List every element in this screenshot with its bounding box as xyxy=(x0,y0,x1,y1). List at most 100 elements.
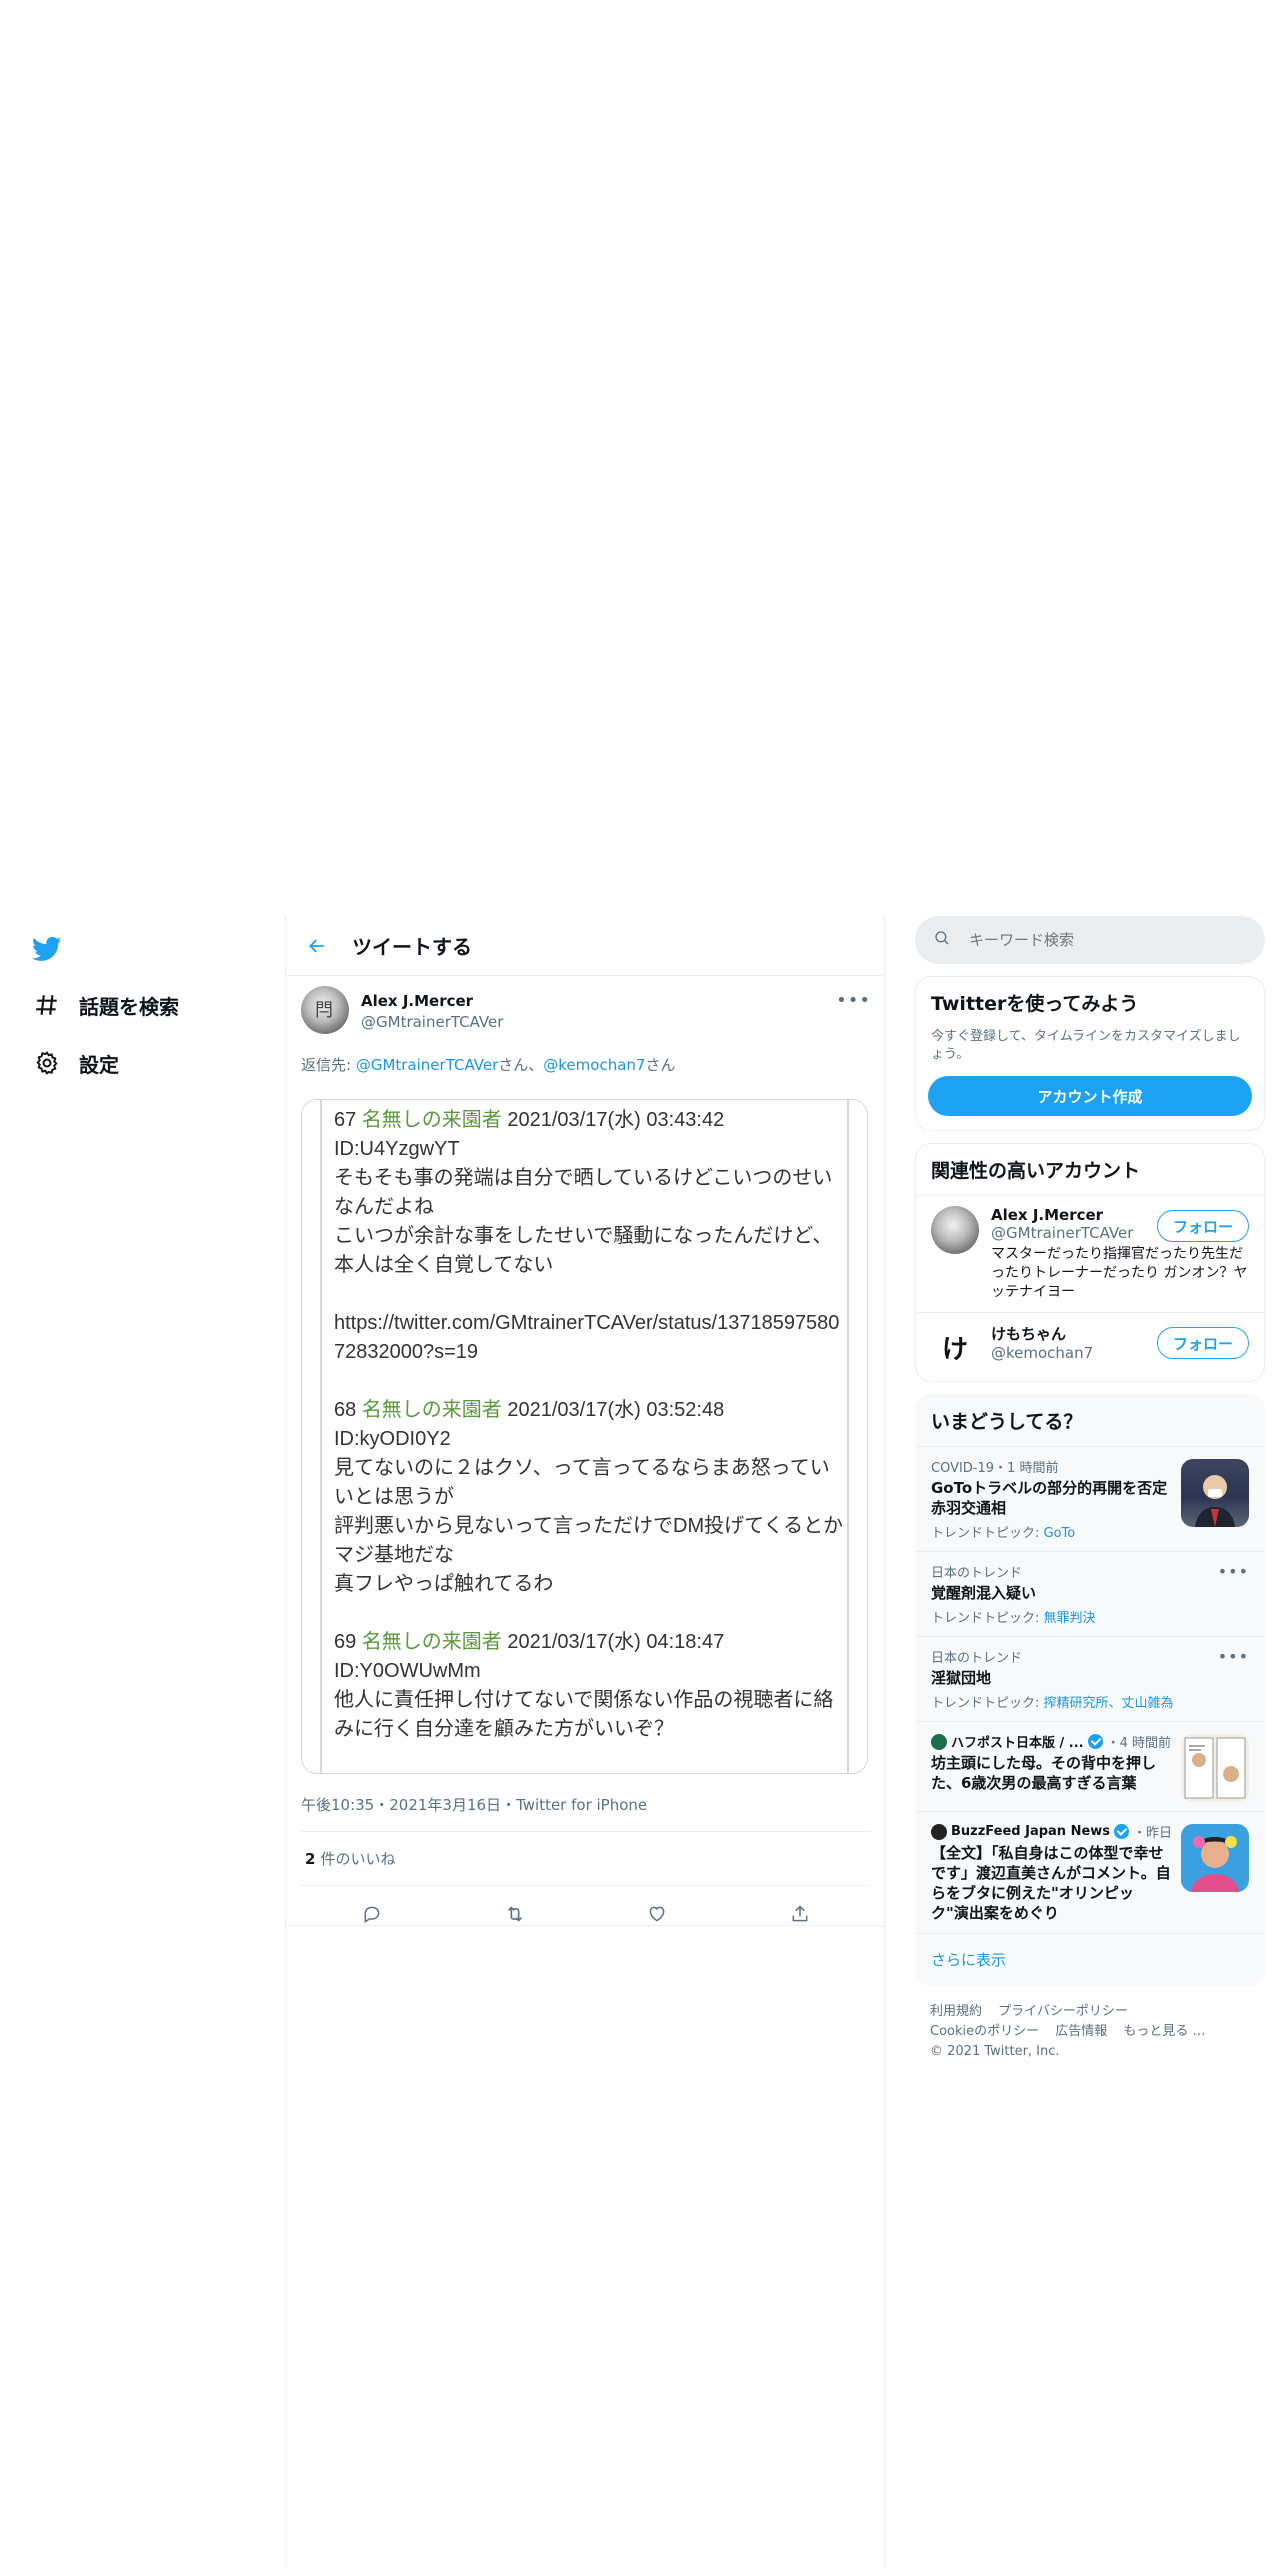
avatar[interactable]: 閂 xyxy=(301,986,349,1034)
tweet-meta: 午後10:35・2021年3月16日・Twitter for iPhone xyxy=(301,1794,647,1815)
trend-thumbnail-image xyxy=(1181,1459,1249,1527)
back-arrow-icon[interactable] xyxy=(302,931,332,961)
post-name: 名無しの来園者 xyxy=(361,1631,502,1653)
account-handle[interactable]: @kemochan7 xyxy=(991,1344,1093,1362)
news-title: 坊主頭にした母。その背中を押した、6歳次男の最高すぎる言葉 xyxy=(931,1754,1157,1792)
more-options-icon[interactable]: ••• xyxy=(836,990,871,1011)
news-item[interactable]: BuzzFeed Japan News ・昨日 【全文】「私自身はこの体型で幸せ… xyxy=(916,1811,1264,1933)
news-thumbnail-image xyxy=(1181,1824,1249,1892)
likes-row[interactable]: 2 件のいいね xyxy=(301,1831,871,1886)
post-body: 見てないのに２はクソ、って言ってるならまあ怒っていいとは思うが 評判悪いから見な… xyxy=(334,1457,844,1595)
tweet-time[interactable]: 午後10:35 xyxy=(301,1796,374,1814)
reply-icon[interactable] xyxy=(360,1902,384,1926)
tweet-author-name[interactable]: Alex J.Mercer xyxy=(361,992,473,1010)
post-id: ID:U4YzgwYT xyxy=(334,1138,460,1160)
tweet-date[interactable]: 2021年3月16日 xyxy=(389,1796,501,1814)
source-logo-icon xyxy=(931,1733,947,1750)
related-accounts-card: 関連性の高いアカウント Alex J.Mercer @GMtrainerTCAV… xyxy=(915,1143,1265,1382)
footer-link[interactable]: プライバシーポリシー xyxy=(998,2004,1128,2019)
meta-separator: ・ xyxy=(501,1796,517,1814)
hashtag-icon xyxy=(32,990,62,1020)
news-source-name: BuzzFeed Japan News xyxy=(951,1824,1111,1839)
reply-to-line: 返信先: @GMtrainerTCAVerさん、@kemochan7さん xyxy=(301,1054,675,1075)
verified-badge-icon xyxy=(1114,1824,1130,1839)
post-number: 69 xyxy=(334,1631,357,1653)
post-name: 名無しの来園者 xyxy=(361,1109,502,1131)
post-date: 2021/03/17(水) 04:18:47 xyxy=(507,1631,725,1653)
trend-item[interactable]: 日本のトレンド 覚醒剤混入疑い トレンドトピック: 無罪判決 ••• xyxy=(916,1551,1264,1636)
trend-item[interactable]: 日本のトレンド 淫獄団地 トレンドトピック: 搾精研究所、丈山雑為 ••• xyxy=(916,1636,1264,1721)
post-number: 67 xyxy=(334,1109,357,1131)
reply-suffix: さん、 xyxy=(498,1056,544,1074)
main-column: ツイートする 閂 Alex J.Mercer @GMtrainerTCAVer … xyxy=(285,916,885,2568)
more-options-icon[interactable]: ••• xyxy=(1218,1562,1249,1581)
post-body: そもそも事の発端は自分で晒しているけどこいつのせいなんだよね こいつが余計な事を… xyxy=(334,1167,840,1363)
trend-topic-link[interactable]: GoTo xyxy=(1044,1526,1076,1541)
signup-card: Twitterを使ってみよう 今すぐ登録して、タイムラインをカスタマイズしましょ… xyxy=(915,976,1265,1131)
avatar[interactable]: け xyxy=(931,1323,979,1371)
trends-card: いまどうしてる？ COVID-19・1 時間前 GoToトラベルの部分的再開を否… xyxy=(915,1394,1265,1986)
share-icon[interactable] xyxy=(788,1902,812,1926)
forum-post: 68 名無しの来園者 2021/03/17(水) 03:52:48 ID:kyO… xyxy=(334,1396,847,1628)
meta-separator: ・ xyxy=(374,1796,390,1814)
show-more-link[interactable]: さらに表示 xyxy=(916,1933,1264,1985)
trend-sub-prefix: トレンドトピック: xyxy=(931,1696,1044,1711)
page-title: ツイートする xyxy=(352,935,472,959)
trend-item[interactable]: COVID-19・1 時間前 GoToトラベルの部分的再開を否定 赤羽交通相 ト… xyxy=(916,1446,1264,1551)
account-name[interactable]: けもちゃん xyxy=(991,1323,1093,1344)
tweet-media-image[interactable]: 67 名無しの来園者 2021/03/17(水) 03:43:42 ID:U4Y… xyxy=(301,1099,868,1774)
trend-title: 淫獄団地 xyxy=(931,1669,992,1687)
divider xyxy=(286,1925,884,1926)
trend-context: 日本のトレンド xyxy=(931,1566,1023,1581)
forum-post: 69 名無しの来園者 2021/03/17(水) 04:18:47 ID:Y0O… xyxy=(334,1628,847,1744)
tweet-actions xyxy=(301,1886,871,1941)
signup-title: Twitterを使ってみよう xyxy=(931,993,1139,1015)
sidebar-item-explore[interactable]: 話題を検索 xyxy=(32,990,179,1020)
reply-prefix: 返信先: xyxy=(301,1056,356,1074)
footer-link[interactable]: 広告情報 xyxy=(1055,2024,1107,2039)
retweet-icon[interactable] xyxy=(503,1902,527,1926)
forum-screenshot: 67 名無しの来園者 2021/03/17(水) 03:43:42 ID:U4Y… xyxy=(320,1100,849,1773)
news-time: ・4 時間前 xyxy=(1106,1736,1172,1751)
sidebar-item-label: 設定 xyxy=(79,1052,119,1077)
tweet-author-handle[interactable]: @GMtrainerTCAVer xyxy=(361,1013,503,1031)
trend-sub-prefix: トレンドトピック: xyxy=(931,1611,1044,1626)
related-title: 関連性の高いアカウント xyxy=(931,1160,1141,1182)
trend-subtitle: トレンドトピック: 搾精研究所、丈山雑為 xyxy=(931,1692,1249,1711)
footer-link[interactable]: 利用規約 xyxy=(930,2004,982,2019)
related-account[interactable]: Alex J.Mercer @GMtrainerTCAVer マスターだったり指… xyxy=(916,1195,1264,1312)
reply-mention-link[interactable]: @kemochan7 xyxy=(543,1056,645,1074)
trend-sub-prefix: トレンドトピック: xyxy=(931,1526,1044,1541)
sidebar-item-settings[interactable]: 設定 xyxy=(32,1048,119,1078)
likes-label: 件のいいね xyxy=(320,1850,396,1868)
footer-link[interactable]: Cookieのポリシー xyxy=(930,2024,1039,2039)
trend-context: 日本のトレンド xyxy=(931,1651,1023,1666)
twitter-logo-icon[interactable] xyxy=(30,934,64,964)
gear-icon xyxy=(32,1048,62,1078)
like-icon[interactable] xyxy=(645,1902,669,1926)
news-thumbnail-image xyxy=(1181,1734,1249,1802)
create-account-button[interactable]: アカウント作成 xyxy=(928,1076,1252,1116)
follow-button[interactable]: フォロー xyxy=(1157,1210,1249,1242)
trend-topic-link[interactable]: 無罪判決 xyxy=(1044,1611,1096,1626)
trend-subtitle: トレンドトピック: 無罪判決 xyxy=(931,1607,1249,1626)
reply-mention-link[interactable]: @GMtrainerTCAVer xyxy=(356,1056,498,1074)
tweet-source[interactable]: Twitter for iPhone xyxy=(516,1796,647,1814)
search-input[interactable] xyxy=(969,931,1229,949)
signup-description: 今すぐ登録して、タイムラインをカスタマイズしましょう。 xyxy=(931,1029,1241,1062)
trend-topic-link[interactable]: 搾精研究所、丈山雑為 xyxy=(1044,1696,1174,1711)
search-box[interactable] xyxy=(915,916,1265,964)
sidebar-item-label: 話題を検索 xyxy=(79,994,179,1019)
footer-link[interactable]: もっと見る … xyxy=(1123,2024,1205,2039)
news-item[interactable]: ハフポスト日本版 / ... ・4 時間前 坊主頭にした母。その背中を押した、6… xyxy=(916,1721,1264,1811)
news-time: ・昨日 xyxy=(1133,1826,1173,1841)
post-name: 名無しの来園者 xyxy=(361,1399,502,1421)
post-date: 2021/03/17(水) 03:43:42 xyxy=(507,1109,725,1131)
verified-badge-icon xyxy=(1087,1734,1103,1749)
follow-button[interactable]: フォロー xyxy=(1157,1327,1249,1359)
trends-title: いまどうしてる？ xyxy=(931,1411,1083,1433)
related-account[interactable]: け けもちゃん @kemochan7 フォロー xyxy=(916,1312,1264,1381)
more-options-icon[interactable]: ••• xyxy=(1218,1647,1249,1666)
likes-count: 2 xyxy=(305,1849,316,1868)
avatar[interactable] xyxy=(931,1206,979,1254)
